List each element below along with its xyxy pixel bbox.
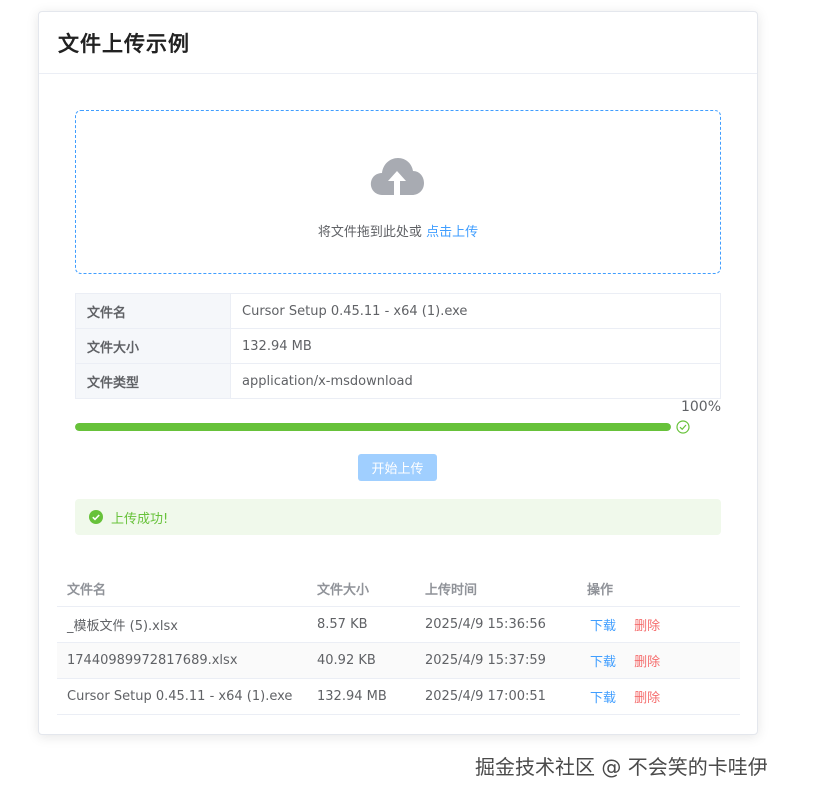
info-label-type: 文件类型 — [75, 363, 231, 399]
cell-upload-time: 2025/4/9 17:00:51 — [415, 678, 577, 715]
watermark: 掘金技术社区 @ 不会笑的卡哇伊 — [475, 755, 768, 779]
col-header-actions: 操作 — [577, 572, 740, 607]
info-value-name: Cursor Setup 0.45.11 - x64 (1).exe — [230, 293, 721, 329]
cell-actions: 下载 删除 — [577, 606, 740, 643]
delete-link[interactable]: 删除 — [634, 691, 660, 706]
start-upload-button[interactable]: 开始上传 — [358, 454, 437, 481]
col-header-size: 文件大小 — [307, 572, 415, 607]
info-row-name: 文件名 Cursor Setup 0.45.11 - x64 (1).exe — [75, 293, 721, 329]
cell-file-name: _模板文件 (5).xlsx — [57, 606, 307, 643]
download-link[interactable]: 下载 — [590, 619, 616, 634]
click-upload-link[interactable]: 点击上传 — [426, 225, 478, 240]
cell-actions: 下载 删除 — [577, 678, 740, 715]
table-row: _模板文件 (5).xlsx 8.57 KB 2025/4/9 15:36:56… — [57, 606, 740, 643]
page-title: 文件上传示例 — [58, 31, 190, 56]
uploaded-files-table: 文件名 文件大小 上传时间 操作 _模板文件 (5).xlsx 8.57 KB … — [57, 572, 740, 715]
cell-actions: 下载 删除 — [577, 642, 740, 679]
info-value-size: 132.94 MB — [230, 328, 721, 364]
cell-file-name: 17440989972817689.xlsx — [57, 642, 307, 679]
cell-file-name: Cursor Setup 0.45.11 - x64 (1).exe — [57, 678, 307, 715]
upload-cloud-icon — [370, 158, 424, 195]
cell-file-size: 8.57 KB — [307, 606, 415, 643]
table-header-row: 文件名 文件大小 上传时间 操作 — [57, 572, 740, 607]
progress-fill — [75, 423, 671, 431]
file-info-table: 文件名 Cursor Setup 0.45.11 - x64 (1).exe 文… — [75, 293, 721, 399]
success-filled-icon — [89, 510, 103, 524]
alert-text: 上传成功! — [111, 511, 169, 527]
upload-dropzone[interactable]: 将文件拖到此处或 点击上传 — [75, 110, 721, 274]
cell-upload-time: 2025/4/9 15:37:59 — [415, 642, 577, 679]
info-row-type: 文件类型 application/x-msdownload — [75, 363, 721, 399]
progress-percent: 100% — [680, 399, 721, 415]
table-row: Cursor Setup 0.45.11 - x64 (1).exe 132.9… — [57, 678, 740, 715]
cell-upload-time: 2025/4/9 15:36:56 — [415, 606, 577, 643]
info-label-name: 文件名 — [75, 293, 231, 329]
cell-file-size: 132.94 MB — [307, 678, 415, 715]
success-circle-icon — [676, 420, 690, 434]
success-alert: 上传成功! — [75, 499, 721, 535]
download-link[interactable]: 下载 — [590, 691, 616, 706]
upload-card: 文件上传示例 将文件拖到此处或 点击上传 文件名 Cursor Setup 0.… — [38, 11, 758, 735]
col-header-name: 文件名 — [57, 572, 307, 607]
download-link[interactable]: 下载 — [590, 655, 616, 670]
delete-link[interactable]: 删除 — [634, 619, 660, 634]
dropzone-text: 将文件拖到此处或 点击上传 — [76, 221, 720, 240]
card-header: 文件上传示例 — [39, 12, 757, 74]
cell-file-size: 40.92 KB — [307, 642, 415, 679]
dropzone-hint: 将文件拖到此处或 — [317, 225, 422, 240]
info-row-size: 文件大小 132.94 MB — [75, 328, 721, 364]
info-value-type: application/x-msdownload — [230, 363, 721, 399]
col-header-time: 上传时间 — [415, 572, 577, 607]
delete-link[interactable]: 删除 — [634, 655, 660, 670]
progress-bar — [75, 423, 671, 431]
table-row: 17440989972817689.xlsx 40.92 KB 2025/4/9… — [57, 642, 740, 679]
info-label-size: 文件大小 — [75, 328, 231, 364]
